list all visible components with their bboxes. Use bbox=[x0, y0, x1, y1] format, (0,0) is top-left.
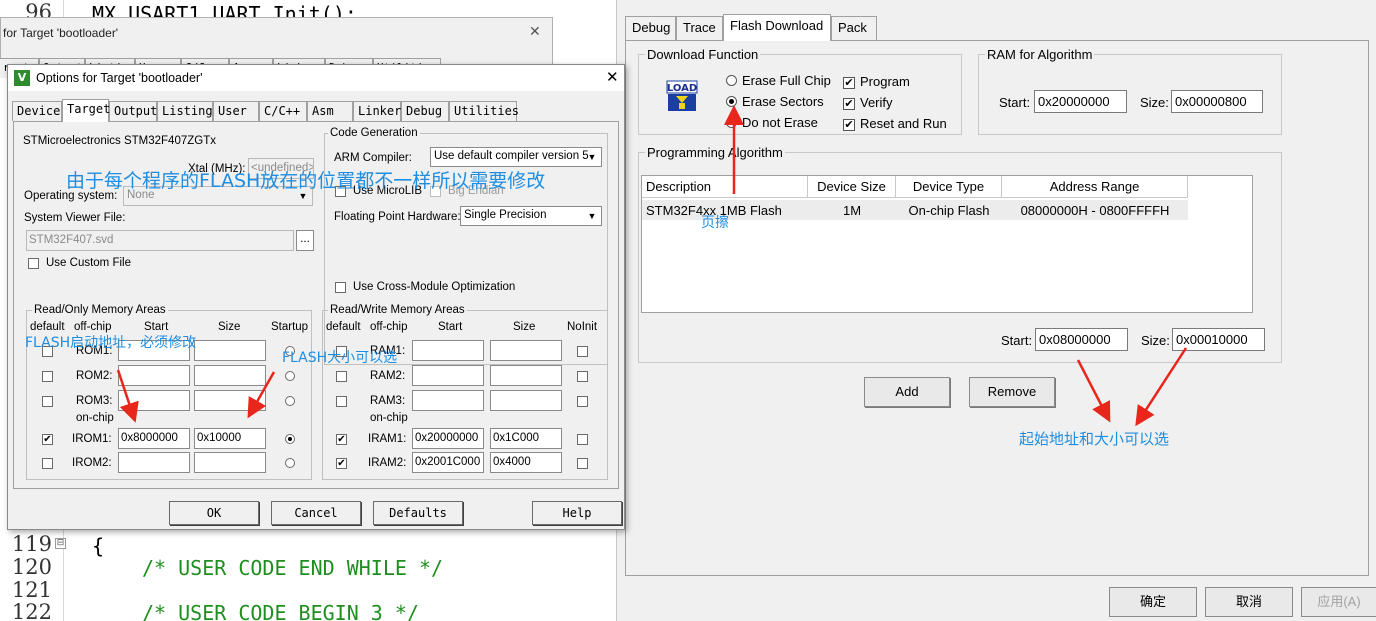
arrow-to-irom1-size bbox=[247, 371, 276, 419]
tab-flash-download[interactable]: Flash Download bbox=[723, 14, 831, 41]
arrow-to-algorithm-size bbox=[1135, 347, 1188, 427]
tab-target[interactable]: Target bbox=[62, 99, 110, 122]
arrow-to-irom1-start bbox=[116, 369, 139, 423]
arrow-to-algorithm-start bbox=[1076, 359, 1111, 423]
annotation-arrows bbox=[116, 105, 1188, 427]
